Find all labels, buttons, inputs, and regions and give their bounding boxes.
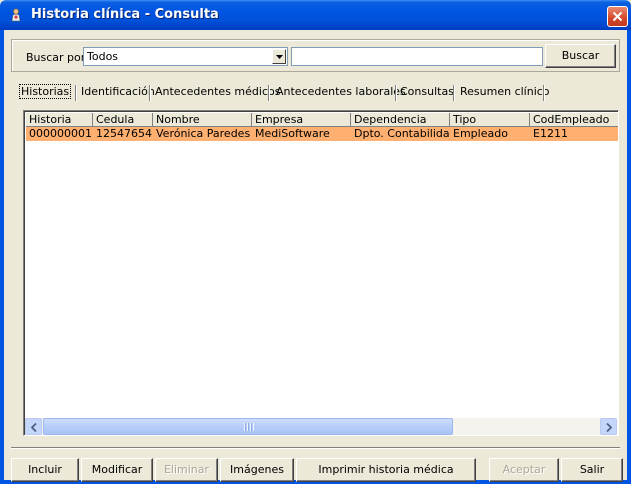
chevron-down-icon [276, 55, 283, 59]
search-button[interactable]: Buscar [545, 44, 616, 68]
cell-historia: 000000001 [29, 127, 92, 140]
search-by-label: Buscar por [26, 51, 86, 64]
table-header: Historia Cedula Nombre Empresa Dependenc… [26, 113, 618, 127]
incluir-button[interactable]: Incluir [11, 458, 79, 482]
tab-separator [453, 85, 455, 101]
aceptar-button[interactable]: Aceptar [489, 458, 559, 482]
tab-label: Antecedentes médicos [155, 85, 281, 98]
imprimir-label: Imprimir historia médica completa [318, 463, 454, 476]
column-header-historia[interactable]: Historia [26, 113, 93, 127]
cell-nombre: Verónica Paredes [156, 127, 251, 140]
cell-codempleado: E1211 [533, 127, 568, 140]
scroll-right-button[interactable] [600, 418, 617, 435]
table-row[interactable]: 000000001 12547654 Verónica Paredes Medi… [26, 127, 618, 141]
cell-empresa: MediSoftware [255, 127, 330, 140]
tab-label: Antecedentes laborales [276, 85, 406, 98]
modificar-label: Modificar [91, 463, 143, 476]
column-header-empresa[interactable]: Empresa [252, 113, 351, 127]
arrow-left-icon [31, 423, 37, 432]
scroll-left-button[interactable] [25, 418, 42, 435]
search-input[interactable] [291, 47, 543, 66]
combo-dropdown-button[interactable] [272, 49, 286, 64]
tab-separator [543, 85, 545, 101]
incluir-label: Incluir [28, 463, 62, 476]
app-icon [11, 8, 21, 22]
tab-consultas[interactable]: Consultas [400, 84, 454, 102]
salir-label: Salir [579, 463, 605, 476]
cell-dependencia: Dpto. Contabilidad [354, 127, 450, 140]
eliminar-button[interactable]: Eliminar [155, 458, 218, 482]
tab-label: Identificación [81, 85, 155, 98]
modificar-button[interactable]: Modificar [81, 458, 153, 482]
tab-resumen-clinico[interactable]: Resumen clínico [460, 84, 550, 102]
tab-label: Consultas [400, 85, 454, 98]
tab-separator [395, 85, 397, 101]
search-field-value: Todos [87, 50, 119, 63]
column-header-cedula[interactable]: Cedula [93, 113, 153, 127]
tab-label: Resumen clínico [460, 85, 550, 98]
imagenes-label: Imágenes [230, 463, 284, 476]
title-bar: Historia clínica - Consulta [0, 0, 631, 30]
search-button-label: Buscar [561, 49, 600, 62]
divider [11, 447, 620, 449]
eliminar-label: Eliminar [163, 463, 210, 476]
arrow-right-icon [606, 423, 612, 432]
close-button[interactable] [607, 6, 628, 27]
tab-historias[interactable]: Historias [18, 84, 72, 102]
window-title: Historia clínica - Consulta [31, 7, 219, 22]
close-icon [612, 11, 623, 22]
horizontal-scrollbar[interactable] [25, 418, 617, 435]
tab-antecedentes-laborales[interactable]: Antecedentes laborales [276, 84, 406, 102]
scroll-thumb[interactable] [43, 418, 453, 435]
aceptar-label: Aceptar [502, 463, 546, 476]
column-header-dependencia[interactable]: Dependencia [351, 113, 450, 127]
column-header-tipo[interactable]: Tipo [450, 113, 530, 127]
column-header-codempleado[interactable]: CodEmpleado [530, 113, 618, 127]
imagenes-button[interactable]: Imágenes [220, 458, 294, 482]
search-field-select[interactable]: Todos [83, 47, 288, 66]
tab-identificacion[interactable]: Identificación [81, 84, 155, 102]
tab-separator [149, 85, 151, 101]
scroll-grip [244, 423, 254, 431]
tab-separator [268, 85, 270, 101]
cell-tipo: Empleado [453, 127, 508, 140]
tab-separator [75, 85, 77, 101]
tab-label: Historias [18, 84, 72, 99]
cell-cedula: 12547654 [96, 127, 152, 140]
tab-antecedentes-medicos[interactable]: Antecedentes médicos [155, 84, 280, 102]
column-header-nombre[interactable]: Nombre [153, 113, 252, 127]
imprimir-historia-button[interactable]: Imprimir historia médica completa [296, 458, 476, 482]
salir-button[interactable]: Salir [561, 458, 623, 482]
historias-table[interactable]: Historia Cedula Nombre Empresa Dependenc… [23, 110, 619, 436]
